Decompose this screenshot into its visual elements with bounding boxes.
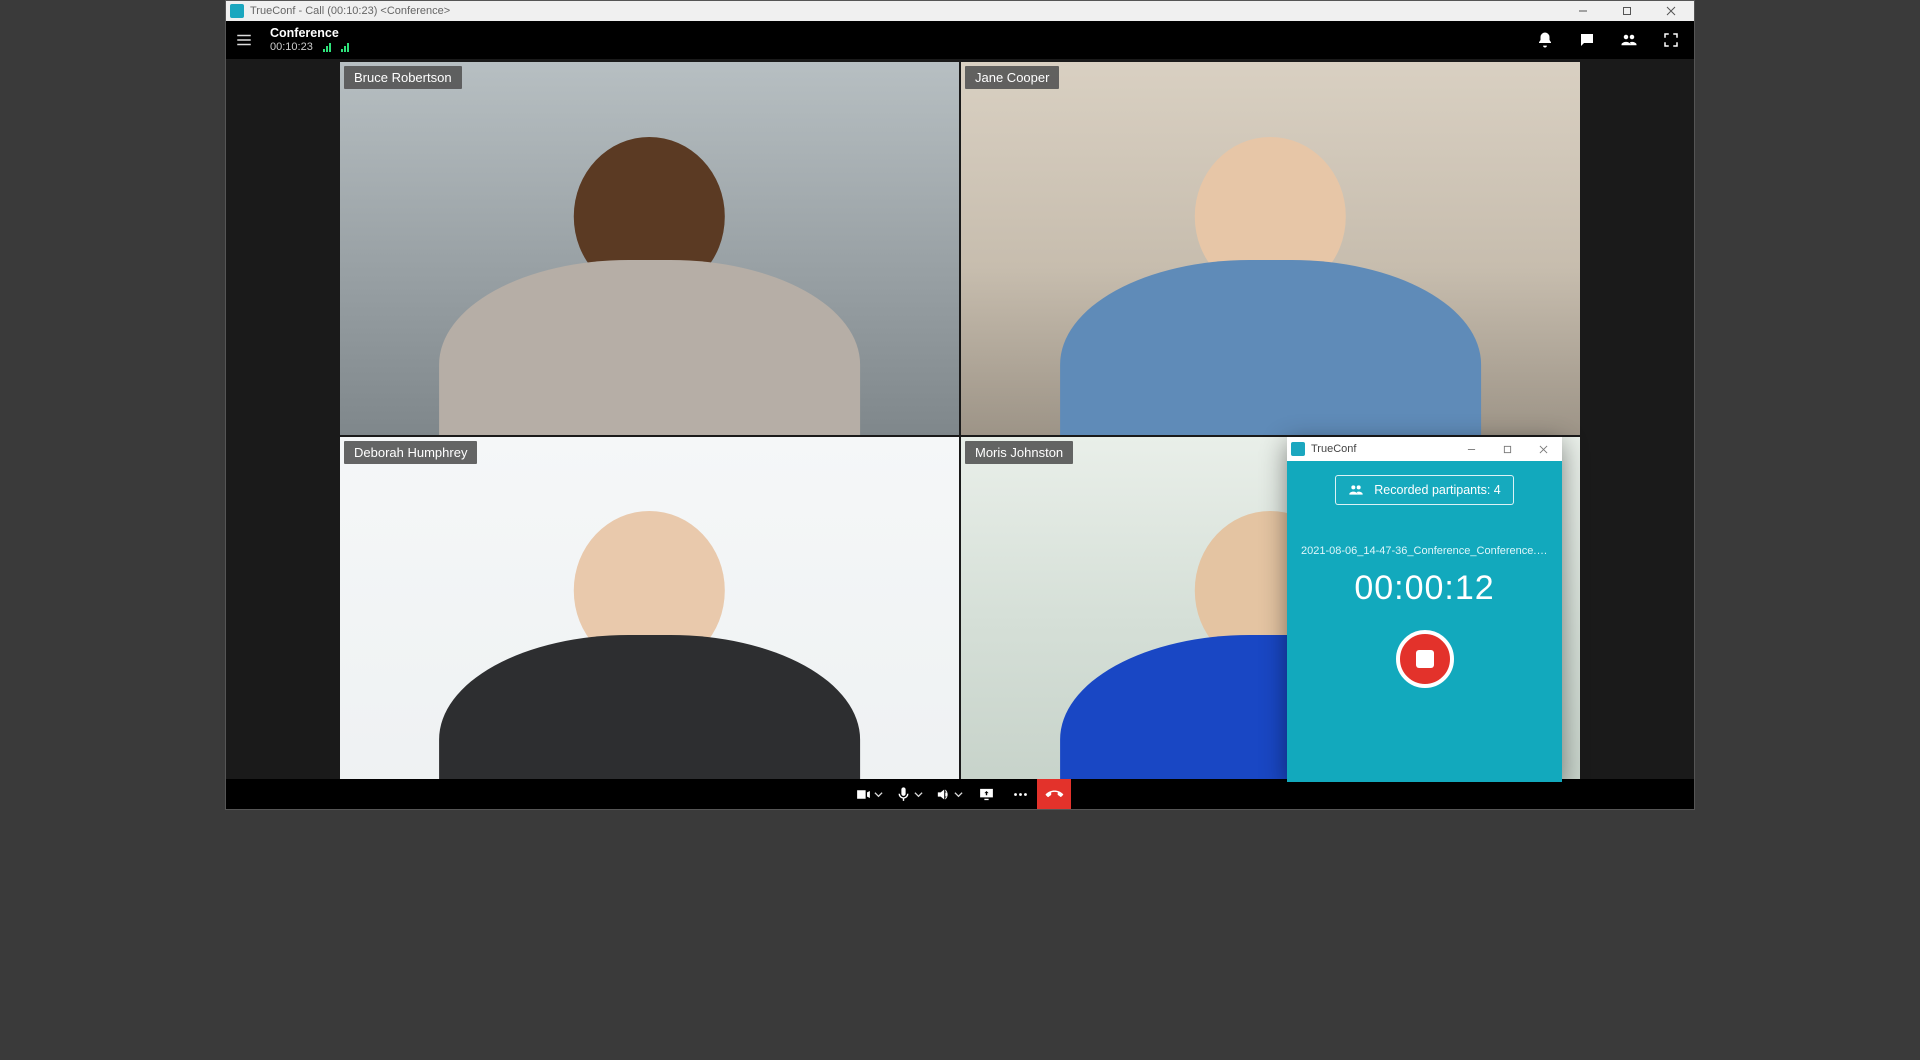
chat-button[interactable] [1572,25,1602,55]
recording-elapsed: 00:00:12 [1354,569,1494,608]
recording-file-name: 2021-08-06_14-47-36_Conference_Conferenc… [1301,545,1548,557]
window-minimize-button[interactable] [1564,1,1602,21]
participant-video [340,437,959,810]
window-close-button[interactable] [1652,1,1690,21]
os-titlebar: TrueConf - Call (00:10:23) <Conference> [226,1,1694,21]
participant-name: Deborah Humphrey [344,441,477,464]
microphone-toggle[interactable] [889,779,929,809]
participant-tile[interactable]: Deborah Humphrey [340,437,959,810]
call-controls [226,779,1694,809]
participant-tile[interactable]: Jane Cooper [961,62,1580,435]
recorded-participants-label: Recorded partipants: 4 [1374,483,1500,497]
participant-tile[interactable]: Bruce Robertson [340,62,959,435]
camera-toggle[interactable] [849,779,889,809]
participants-button[interactable] [1614,25,1644,55]
more-options-button[interactable] [1003,779,1037,809]
recorder-body: Recorded partipants: 4 2021-08-06_14-47-… [1287,461,1562,782]
participants-icon [1348,482,1364,498]
conference-subline: 00:10:23 [270,41,349,53]
app-icon [230,4,244,18]
app-window: TrueConf - Call (00:10:23) <Conference> … [225,0,1695,810]
conference-elapsed: 00:10:23 [270,41,313,53]
recorded-participants-chip[interactable]: Recorded partipants: 4 [1335,475,1513,505]
participant-name: Bruce Robertson [344,66,462,89]
os-title: TrueConf - Call (00:10:23) <Conference> [250,5,450,17]
hangup-button[interactable] [1037,779,1071,809]
participant-video [961,62,1580,435]
conference-title: Conference [270,27,349,41]
fullscreen-button[interactable] [1656,25,1686,55]
notifications-button[interactable] [1530,25,1560,55]
share-screen-button[interactable] [969,779,1003,809]
stop-icon [1416,650,1434,668]
recorder-maximize-button[interactable] [1492,437,1522,461]
recorder-minimize-button[interactable] [1456,437,1486,461]
recorder-window[interactable]: TrueConf Recorded partipants: 4 2021-08-… [1287,437,1562,782]
recorder-titlebar[interactable]: TrueConf [1287,437,1562,461]
conference-info: Conference 00:10:23 [270,27,349,53]
window-maximize-button[interactable] [1608,1,1646,21]
participant-video [340,62,959,435]
speaker-toggle[interactable] [929,779,969,809]
participant-name: Jane Cooper [965,66,1059,89]
video-stage: Bruce Robertson Jane Cooper Deborah Hump… [226,59,1694,809]
participant-name: Moris Johnston [965,441,1073,464]
recorder-window-title: TrueConf [1311,443,1356,455]
app-icon [1291,442,1305,456]
recorder-close-button[interactable] [1528,437,1558,461]
app-top-bar: Conference 00:10:23 [226,21,1694,59]
signal-strength-icon [341,42,349,52]
menu-button[interactable] [230,26,258,54]
stop-recording-button[interactable] [1396,630,1454,688]
signal-strength-icon [323,42,331,52]
